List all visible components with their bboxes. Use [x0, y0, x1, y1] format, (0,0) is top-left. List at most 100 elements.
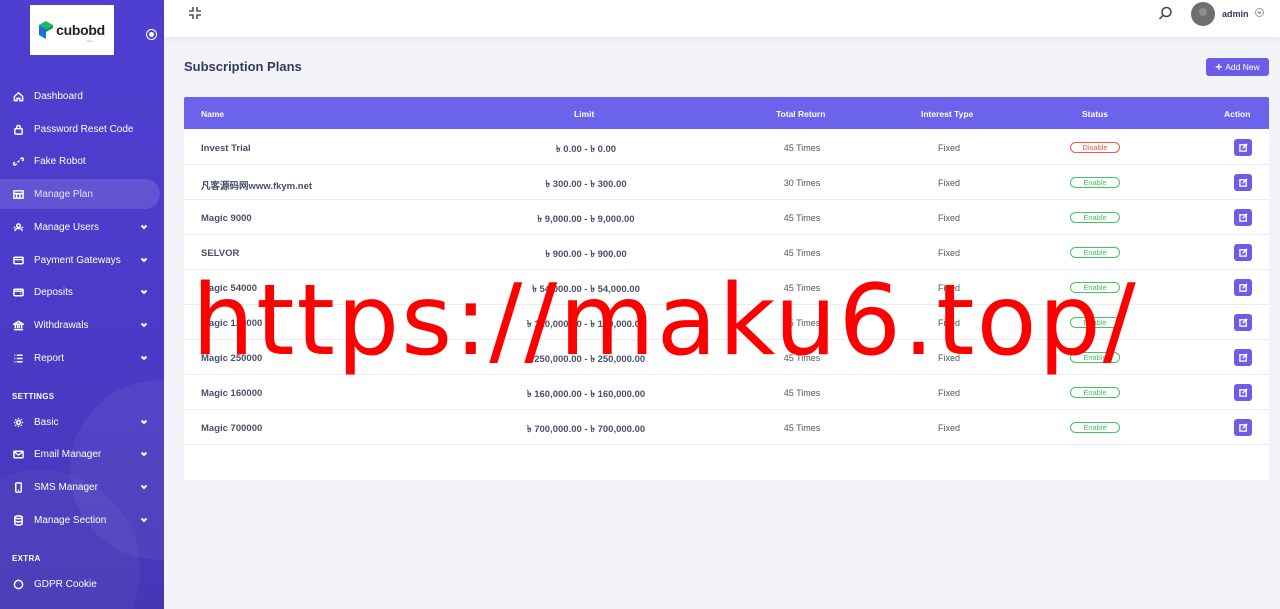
sidebar-item-label: Fake Robot [34, 155, 86, 167]
edit-button[interactable] [1234, 349, 1252, 366]
sidebar-item-gdpr-cookie[interactable]: GDPR Cookie [0, 569, 160, 599]
logo-subtext: com [87, 39, 93, 43]
sidebar-item-label: SMS Manager [34, 481, 98, 493]
header-action: Action [1224, 109, 1251, 119]
users-icon [12, 221, 24, 233]
sidebar-item-label: Deposits [34, 286, 73, 298]
sidebar-item-payment-gateways[interactable]: Payment Gateways [0, 245, 160, 275]
search-icon[interactable] [1158, 6, 1173, 21]
plan-name: Magic 160000 [201, 388, 263, 399]
edit-button[interactable] [1234, 384, 1252, 401]
chevron-down-icon [140, 223, 148, 231]
edit-button[interactable] [1234, 419, 1252, 436]
table-row: Magic 9000 ৳ 9,000.00 - ৳ 9,000.00 45 Time… [184, 200, 1269, 235]
header-status: Status [1082, 109, 1108, 119]
sidebar-item-label: Manage Section [34, 514, 107, 526]
plan-name: Magic 700000 [201, 423, 263, 434]
table-row: 凡客源码网www.fkym.net ৳ 300.00 - ৳ 300.00 30 T… [184, 165, 1269, 200]
edit-button[interactable] [1234, 139, 1252, 156]
home-icon [12, 90, 24, 102]
sidebar-item-label: Manage Users [34, 221, 100, 233]
credit-card-icon [12, 254, 24, 266]
topbar: admin [164, 0, 1280, 37]
sidebar-item-manage-section[interactable]: Manage Section [0, 505, 160, 535]
chevron-down-icon [140, 321, 148, 329]
edit-icon [1238, 388, 1248, 397]
edit-icon [1238, 318, 1248, 327]
columns-icon [12, 188, 24, 200]
sidebar-toggle-button[interactable] [146, 29, 157, 40]
sidebar-item-label: Manage Plan [34, 188, 93, 200]
chevron-down-icon [140, 354, 148, 362]
chevron-down-icon [140, 450, 148, 458]
lock-icon [12, 123, 24, 135]
edit-button[interactable] [1234, 174, 1252, 191]
edit-icon [1238, 213, 1248, 222]
user-name[interactable]: admin [1222, 9, 1249, 19]
list-icon [12, 352, 24, 364]
sidebar-item-label: Email Manager [34, 448, 102, 460]
status-badge: Enable [1070, 422, 1120, 433]
chevron-down-icon [140, 288, 148, 296]
sidebar-item-manage-users[interactable]: Manage Users [0, 212, 160, 242]
edit-icon [1238, 178, 1248, 187]
status-badge: Enable [1070, 212, 1120, 223]
avatar[interactable] [1191, 2, 1215, 26]
brand-logo[interactable]: cubobd com [30, 5, 114, 55]
sidebar: cubobd com Dashboard Password Reset Code F… [0, 0, 164, 609]
header-name: Name [201, 109, 225, 119]
status-badge: Enable [1070, 247, 1120, 258]
edit-icon [1238, 143, 1248, 152]
plan-name: Magic 9000 [201, 213, 252, 224]
status-badge: Enable [1070, 177, 1120, 188]
bank-icon [12, 319, 24, 331]
add-new-button[interactable]: + Add New [1206, 58, 1269, 76]
edit-button[interactable] [1234, 314, 1252, 331]
sidebar-item-label: Dashboard [34, 90, 83, 102]
plan-name: SELVOR [201, 248, 240, 259]
link-icon [12, 155, 24, 167]
sidebar-item-label: Withdrawals [34, 319, 89, 331]
sidebar-item-deposits[interactable]: Deposits [0, 277, 160, 307]
sidebar-item-manage-plan[interactable]: Manage Plan [0, 179, 160, 209]
section-heading-settings: SETTINGS [12, 392, 55, 401]
sidebar-item-withdrawals[interactable]: Withdrawals [0, 310, 160, 340]
table-row: Magic 700000 ৳ 700,000.00 - ৳ 700,000.00 4… [184, 410, 1269, 445]
chevron-down-icon [140, 418, 148, 426]
sidebar-item-label: Basic [34, 416, 59, 428]
logo-mark-icon [39, 21, 54, 39]
chevron-down-icon [140, 516, 148, 524]
plan-name: Invest Trial [201, 143, 251, 154]
header-interest-type: Interest Type [921, 109, 974, 119]
sidebar-item-label: Payment Gateways [34, 254, 121, 266]
mobile-icon [12, 481, 24, 493]
sidebar-item-sms-manager[interactable]: SMS Manager [0, 472, 160, 502]
edit-icon [1238, 353, 1248, 362]
edit-button[interactable] [1234, 279, 1252, 296]
edit-button[interactable] [1234, 244, 1252, 261]
edit-button[interactable] [1234, 209, 1252, 226]
add-new-label: Add New [1225, 62, 1260, 72]
edit-icon [1238, 283, 1248, 292]
cookie-icon [12, 578, 24, 590]
sidebar-item-dashboard[interactable]: Dashboard [0, 81, 160, 111]
edit-icon [1238, 248, 1248, 257]
sidebar-item-basic[interactable]: Basic [0, 407, 160, 437]
chevron-down-icon[interactable] [1255, 8, 1264, 17]
sidebar-item-report[interactable]: Report [0, 343, 160, 373]
sidebar-item-fake-robot[interactable]: Fake Robot [0, 146, 160, 176]
header-limit: Limit [574, 109, 595, 119]
sidebar-item-label: GDPR Cookie [34, 578, 97, 590]
sidebar-item-password-reset-code[interactable]: Password Reset Code [0, 114, 160, 144]
page-title: Subscription Plans [184, 59, 302, 74]
sidebar-item-email-manager[interactable]: Email Manager [0, 439, 160, 469]
table-header: Name Limit Total Return Interest Type St… [184, 97, 1269, 129]
plus-icon: + [1215, 59, 1223, 74]
gear-icon [12, 416, 24, 428]
watermark-text: https://maku6.top/ [192, 264, 1138, 378]
fullscreen-compress-icon[interactable] [188, 6, 202, 20]
wallet-icon [12, 286, 24, 298]
chevron-down-icon [140, 256, 148, 264]
sidebar-item-label: Password Reset Code [34, 123, 134, 135]
envelope-icon [12, 448, 24, 460]
